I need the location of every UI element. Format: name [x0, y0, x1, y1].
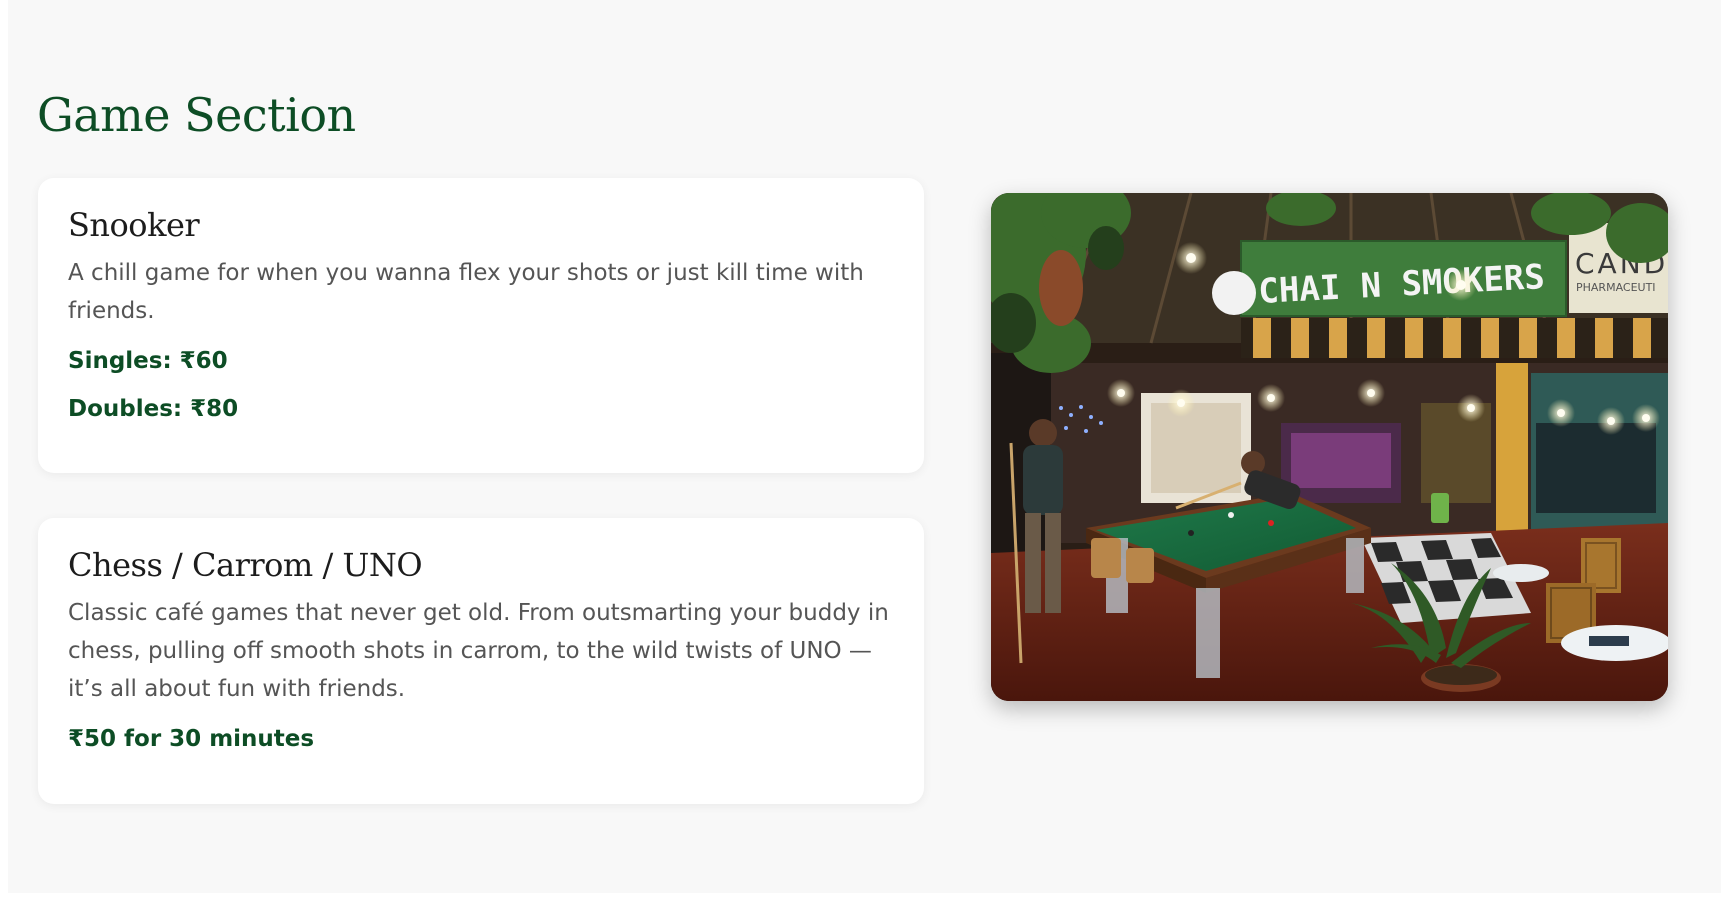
shop-sign-subtext: PHARMACEUTI: [1576, 281, 1656, 294]
game-card-title: Chess / Carrom / UNO: [68, 546, 423, 584]
game-card-chess-carrom-uno: Chess / Carrom / UNO Classic café games …: [38, 518, 924, 804]
section-title: Game Section: [37, 88, 356, 142]
game-section: Game Section Snooker A chill game for wh…: [8, 0, 1721, 893]
game-card-snooker: Snooker A chill game for when you wanna …: [38, 178, 924, 473]
price-doubles: Doubles: ₹80: [68, 396, 239, 422]
game-card-title: Snooker: [68, 206, 200, 244]
price-per-30-minutes: ₹50 for 30 minutes: [68, 726, 315, 752]
cafe-snooker-photo: CHAI N SMOKERS CAND PHARMACEUTI: [991, 193, 1668, 701]
price-singles: Singles: ₹60: [68, 348, 228, 374]
game-card-description: A chill game for when you wanna flex you…: [68, 260, 864, 324]
game-card-description: Classic café games that never get old. F…: [68, 600, 889, 702]
